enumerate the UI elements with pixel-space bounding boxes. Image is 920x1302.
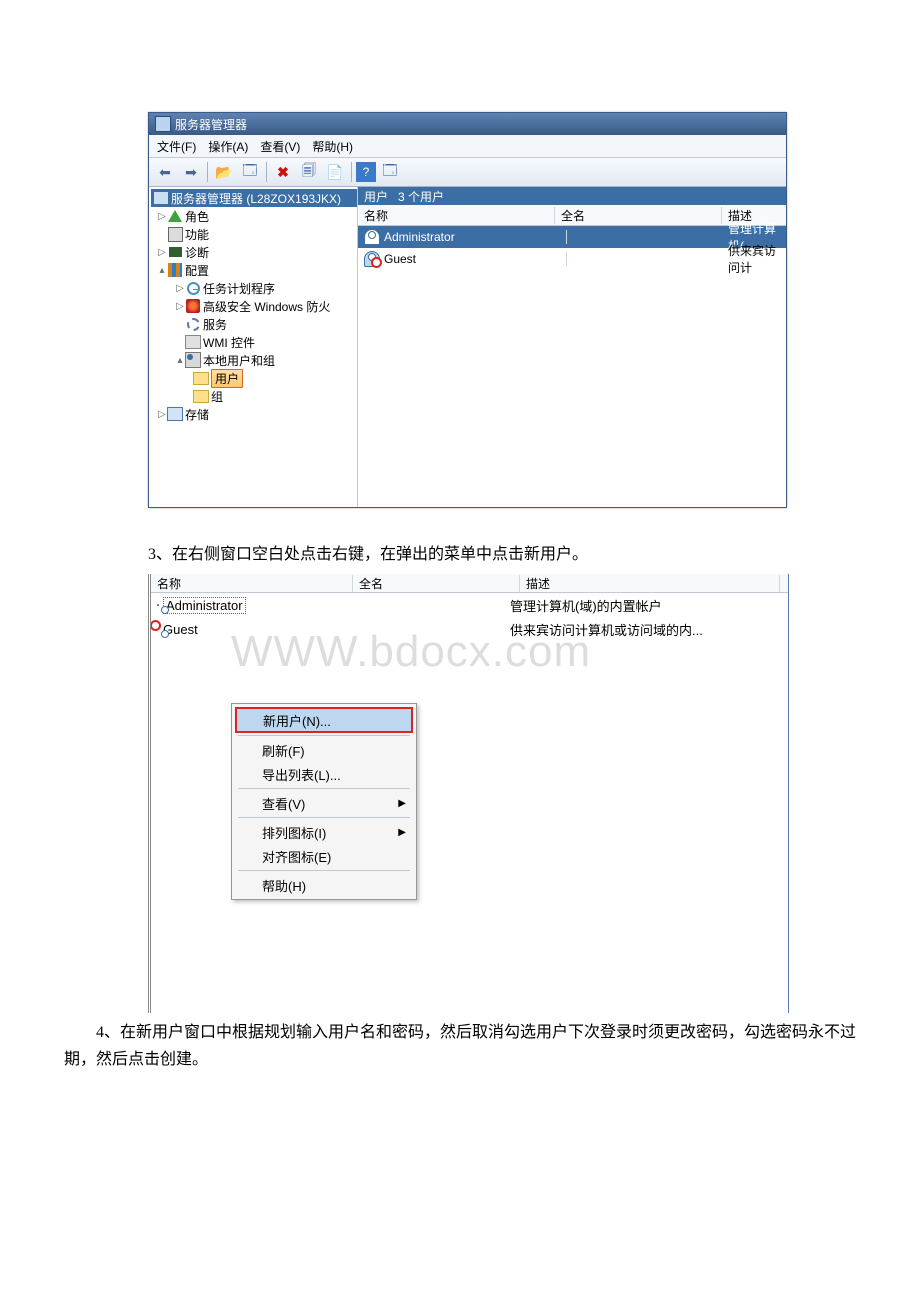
user-name: Guest bbox=[384, 252, 567, 266]
tree-services[interactable]: 服务 bbox=[151, 315, 357, 333]
column-headers[interactable]: 名称 全名 描述 bbox=[151, 574, 788, 593]
tree-features[interactable]: 功能 bbox=[151, 225, 357, 243]
context-menu[interactable]: 新用户(N)... 刷新(F) 导出列表(L)... 查看(V)▶ 排列图标(I… bbox=[231, 703, 417, 900]
menu-action[interactable]: 操作(A) bbox=[208, 138, 248, 155]
tree-task-scheduler[interactable]: ▷ 任务计划程序 bbox=[151, 279, 357, 297]
user-icon bbox=[364, 251, 380, 267]
user-row[interactable]: Guest 供来宾访问计算机或访问域的内... bbox=[151, 617, 788, 641]
forward-icon[interactable]: ➡ bbox=[179, 160, 203, 184]
tree-users[interactable]: 用户 bbox=[151, 369, 357, 387]
tree-configuration[interactable]: ▴ 配置 bbox=[151, 261, 357, 279]
menu-file[interactable]: 文件(F) bbox=[157, 138, 196, 155]
user-name: Administrator bbox=[163, 597, 246, 614]
titlebar[interactable]: 服务器管理器 bbox=[149, 113, 786, 135]
export-icon[interactable]: 📄 bbox=[323, 160, 347, 184]
list-header: 用户 3 个用户 bbox=[358, 187, 786, 205]
tree-wmi[interactable]: WMI 控件 bbox=[151, 333, 357, 351]
options-icon[interactable]: 🗔 bbox=[378, 160, 402, 184]
tree-groups[interactable]: 组 bbox=[151, 387, 357, 405]
delete-icon[interactable]: ✖ bbox=[271, 160, 295, 184]
col-fullname[interactable]: 全名 bbox=[353, 575, 520, 592]
tree-storage[interactable]: ▷ 存储 bbox=[151, 405, 357, 423]
step-4-text: 4、在新用户窗口中根据规划输入用户名和密码，然后取消勾选用户下次登录时须更改密码… bbox=[64, 1019, 856, 1073]
user-row[interactable]: Administrator 管理计算机( bbox=[358, 226, 786, 248]
col-name[interactable]: 名称 bbox=[151, 575, 353, 592]
tree-firewall[interactable]: ▷ 高级安全 Windows 防火 bbox=[151, 297, 357, 315]
menu-help[interactable]: 帮助(H) bbox=[312, 138, 353, 155]
user-row[interactable]: Administrator 管理计算机(域)的内置帐户 bbox=[151, 593, 788, 617]
user-desc: 供来宾访问计 bbox=[728, 242, 786, 276]
user-icon bbox=[157, 604, 159, 606]
user-row[interactable]: Guest 供来宾访问计 bbox=[358, 248, 786, 270]
tree-roles[interactable]: ▷ 角色 bbox=[151, 207, 357, 225]
back-icon[interactable]: ⬅ bbox=[153, 160, 177, 184]
user-icon bbox=[157, 628, 159, 630]
server-manager-window: 服务器管理器 文件(F) 操作(A) 查看(V) 帮助(H) ⬅ ➡ 📂 🗔 ✖… bbox=[148, 112, 787, 508]
ctx-help[interactable]: 帮助(H) bbox=[234, 873, 414, 897]
col-description[interactable]: 描述 bbox=[520, 575, 780, 592]
tree-diagnostics[interactable]: ▷ 诊断 bbox=[151, 243, 357, 261]
step-3-text: 3、在右侧窗口空白处点击右键，在弹出的菜单中点击新用户。 bbox=[148, 540, 788, 564]
app-icon bbox=[155, 116, 171, 132]
help-icon[interactable]: ? bbox=[356, 162, 376, 182]
ctx-arrange-icons[interactable]: 排列图标(I)▶ bbox=[234, 820, 414, 844]
ctx-refresh[interactable]: 刷新(F) bbox=[234, 738, 414, 762]
list-header-title: 用户 bbox=[364, 188, 388, 205]
user-desc: 供来宾访问计算机或访问域的内... bbox=[506, 620, 788, 639]
toolbar: ⬅ ➡ 📂 🗔 ✖ 🗐 📄 ? 🗔 bbox=[149, 158, 786, 187]
tree-root[interactable]: 服务器管理器 (L28ZOX193JKX) bbox=[151, 189, 357, 207]
menu-bar[interactable]: 文件(F) 操作(A) 查看(V) 帮助(H) bbox=[149, 135, 786, 158]
tree-local-users-groups[interactable]: ▴ 本地用户和组 bbox=[151, 351, 357, 369]
up-icon[interactable]: 📂 bbox=[212, 160, 236, 184]
ctx-view[interactable]: 查看(V)▶ bbox=[234, 791, 414, 815]
user-name: Administrator bbox=[384, 230, 567, 244]
refresh-icon[interactable]: 🗐 bbox=[297, 160, 321, 184]
column-headers[interactable]: 名称 全名 描述 bbox=[358, 205, 786, 226]
ctx-new-user[interactable]: 新用户(N)... bbox=[235, 707, 413, 733]
users-list: 用户 3 个用户 名称 全名 描述 Administrator 管理计算机( G… bbox=[358, 187, 786, 507]
window-title: 服务器管理器 bbox=[175, 116, 247, 133]
user-desc: 管理计算机(域)的内置帐户 bbox=[506, 596, 788, 615]
user-icon bbox=[364, 229, 380, 245]
menu-view[interactable]: 查看(V) bbox=[260, 138, 300, 155]
ctx-align-icons[interactable]: 对齐图标(E) bbox=[234, 844, 414, 868]
list-header-count: 3 个用户 bbox=[398, 188, 444, 205]
ctx-export[interactable]: 导出列表(L)... bbox=[234, 762, 414, 786]
col-fullname[interactable]: 全名 bbox=[555, 207, 722, 224]
col-name[interactable]: 名称 bbox=[358, 207, 555, 224]
users-list-context-screenshot: 名称 全名 描述 Administrator 管理计算机(域)的内置帐户 Gue… bbox=[148, 574, 789, 1013]
properties-icon[interactable]: 🗔 bbox=[238, 160, 262, 184]
tree-view[interactable]: 服务器管理器 (L28ZOX193JKX) ▷ 角色 功能 ▷ 诊断 ▴ 配置 bbox=[149, 187, 358, 507]
